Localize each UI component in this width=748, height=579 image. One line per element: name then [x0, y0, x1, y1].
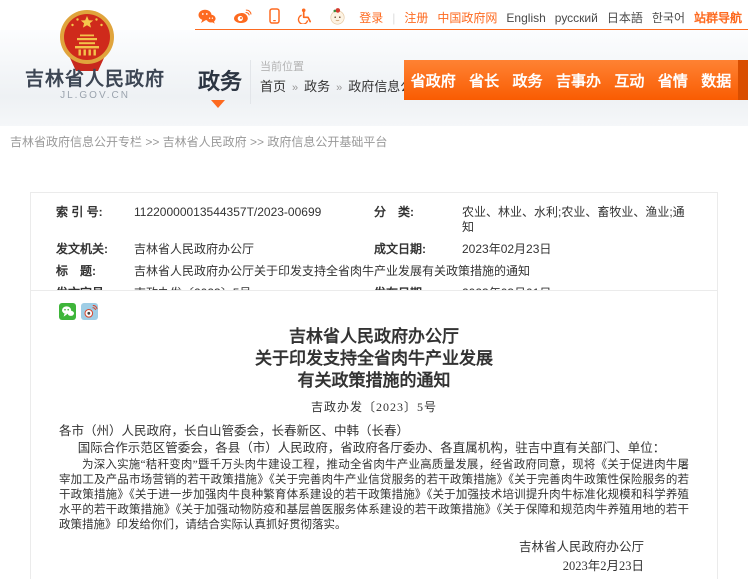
wechat-icon[interactable] [198, 9, 216, 24]
lang-english-link[interactable]: English [506, 11, 545, 25]
signature-org: 吉林省人民政府办公厅 [59, 538, 644, 557]
nav-edge-block[interactable] [738, 60, 748, 100]
meta-category-value: 农业、林业、水利;农业、畜牧业、渔业;通知 [462, 205, 692, 235]
nav-item-interaction[interactable]: 互动 [612, 70, 646, 91]
topbar-icon-group [198, 7, 346, 25]
header-divider [250, 60, 251, 104]
login-link[interactable]: 登录 [359, 9, 383, 26]
document-number: 吉政办发〔2023〕5号 [59, 398, 689, 415]
breadcrumb-zhengwu[interactable]: 政务 [304, 79, 330, 94]
meta-category-label: 分 类: [374, 205, 462, 235]
breadcrumb-separator: » [330, 82, 348, 94]
lang-japanese-link[interactable]: 日本語 [607, 9, 643, 26]
site-domain: JL.GOV.CN [10, 90, 180, 101]
signature-date: 2023年2月23日 [59, 557, 644, 576]
info-disclosure-path: 吉林省政府信息公开专栏 >> 吉林省人民政府 >> 政府信息公开基础平台 [0, 126, 748, 158]
document-title-line-2: 关于印发支持全省肉牛产业发展 [59, 348, 689, 370]
document-body-paragraph: 为深入实施“秸秆变肉”暨千万头肉牛建设工程，推动全省肉牛产业高质量发展，经省政府… [59, 458, 689, 533]
meta-title-label: 标 题: [56, 264, 134, 279]
lang-russian-link[interactable]: русский [555, 11, 598, 25]
weibo-share-icon[interactable] [81, 303, 98, 320]
addressee-line-1: 各市（州）人民政府，长白山管委会，长春新区、中韩（长春） [59, 423, 689, 440]
meta-index-label: 索 引 号: [56, 205, 134, 235]
accessibility-icon[interactable] [297, 8, 312, 24]
wechat-share-icon[interactable] [59, 303, 76, 320]
meta-written-date-label: 成文日期: [374, 242, 462, 257]
login-register-divider: | [392, 11, 395, 25]
section-zhengwu-label[interactable]: 政务 [198, 64, 242, 96]
site-title[interactable]: 吉林省人民政府 [10, 64, 180, 91]
gov-cn-link[interactable]: 中国政府网 [437, 9, 497, 26]
meta-issuer-value: 吉林省人民政府办公厅 [134, 242, 374, 257]
meta-written-date-value: 2023年02月23日 [462, 242, 692, 257]
nav-item-governor[interactable]: 省长 [467, 70, 501, 91]
signature-block: 吉林省人民政府办公厅 2023年2月23日 [59, 538, 689, 576]
nav-item-data[interactable]: 数据 [699, 70, 733, 91]
meta-index-value: 11220000013544357T/2023-00699 [134, 205, 374, 235]
register-link[interactable]: 注册 [404, 9, 428, 26]
lang-korean-link[interactable]: 한국어 [652, 9, 685, 26]
document-title-line-1: 吉林省人民政府办公厅 [59, 326, 689, 348]
page: 登录 | 注册 中国政府网 English русский 日本語 한국어 站群… [0, 0, 748, 579]
meta-issuer-label: 发文机关: [56, 242, 134, 257]
topbar-link-group: 登录 | 注册 中国政府网 English русский 日本語 한국어 站群… [359, 9, 742, 26]
share-icon-row [59, 303, 689, 320]
nav-item-province-profile[interactable]: 省情 [656, 70, 690, 91]
nav-item-provincial-gov[interactable]: 省政府 [409, 70, 458, 91]
nav-item-jishiban[interactable]: 吉事办 [554, 70, 603, 91]
chevron-down-icon[interactable] [211, 100, 225, 108]
document-title-line-3: 有关政策措施的通知 [59, 370, 689, 392]
mobile-icon[interactable] [269, 8, 280, 24]
meta-title-value: 吉林省人民政府办公厅关于印发支持全省肉牛产业发展有关政策措施的通知 [134, 264, 692, 279]
main-nav: 省政府 省长 政务 吉事办 互动 省情 数据 [404, 60, 738, 100]
breadcrumb-home[interactable]: 首页 [260, 79, 286, 94]
nav-item-zhengwu[interactable]: 政务 [511, 70, 545, 91]
breadcrumb-separator: » [286, 82, 304, 94]
weibo-icon[interactable] [233, 9, 252, 24]
document-article: 吉林省人民政府办公厅 关于印发支持全省肉牛产业发展 有关政策措施的通知 吉政办发… [30, 290, 718, 579]
mascot-icon[interactable] [329, 7, 346, 25]
breadcrumb: 首页»政务»政府信息公开 [260, 76, 426, 95]
current-location-label: 当前位置 [260, 58, 304, 74]
addressee-line-2: 国际合作示范区管委会，各县（市）人民政府，省政府各厅委办、各直属机构，驻吉中直有… [59, 440, 689, 457]
site-group-nav-link[interactable]: 站群导航 [694, 9, 742, 26]
